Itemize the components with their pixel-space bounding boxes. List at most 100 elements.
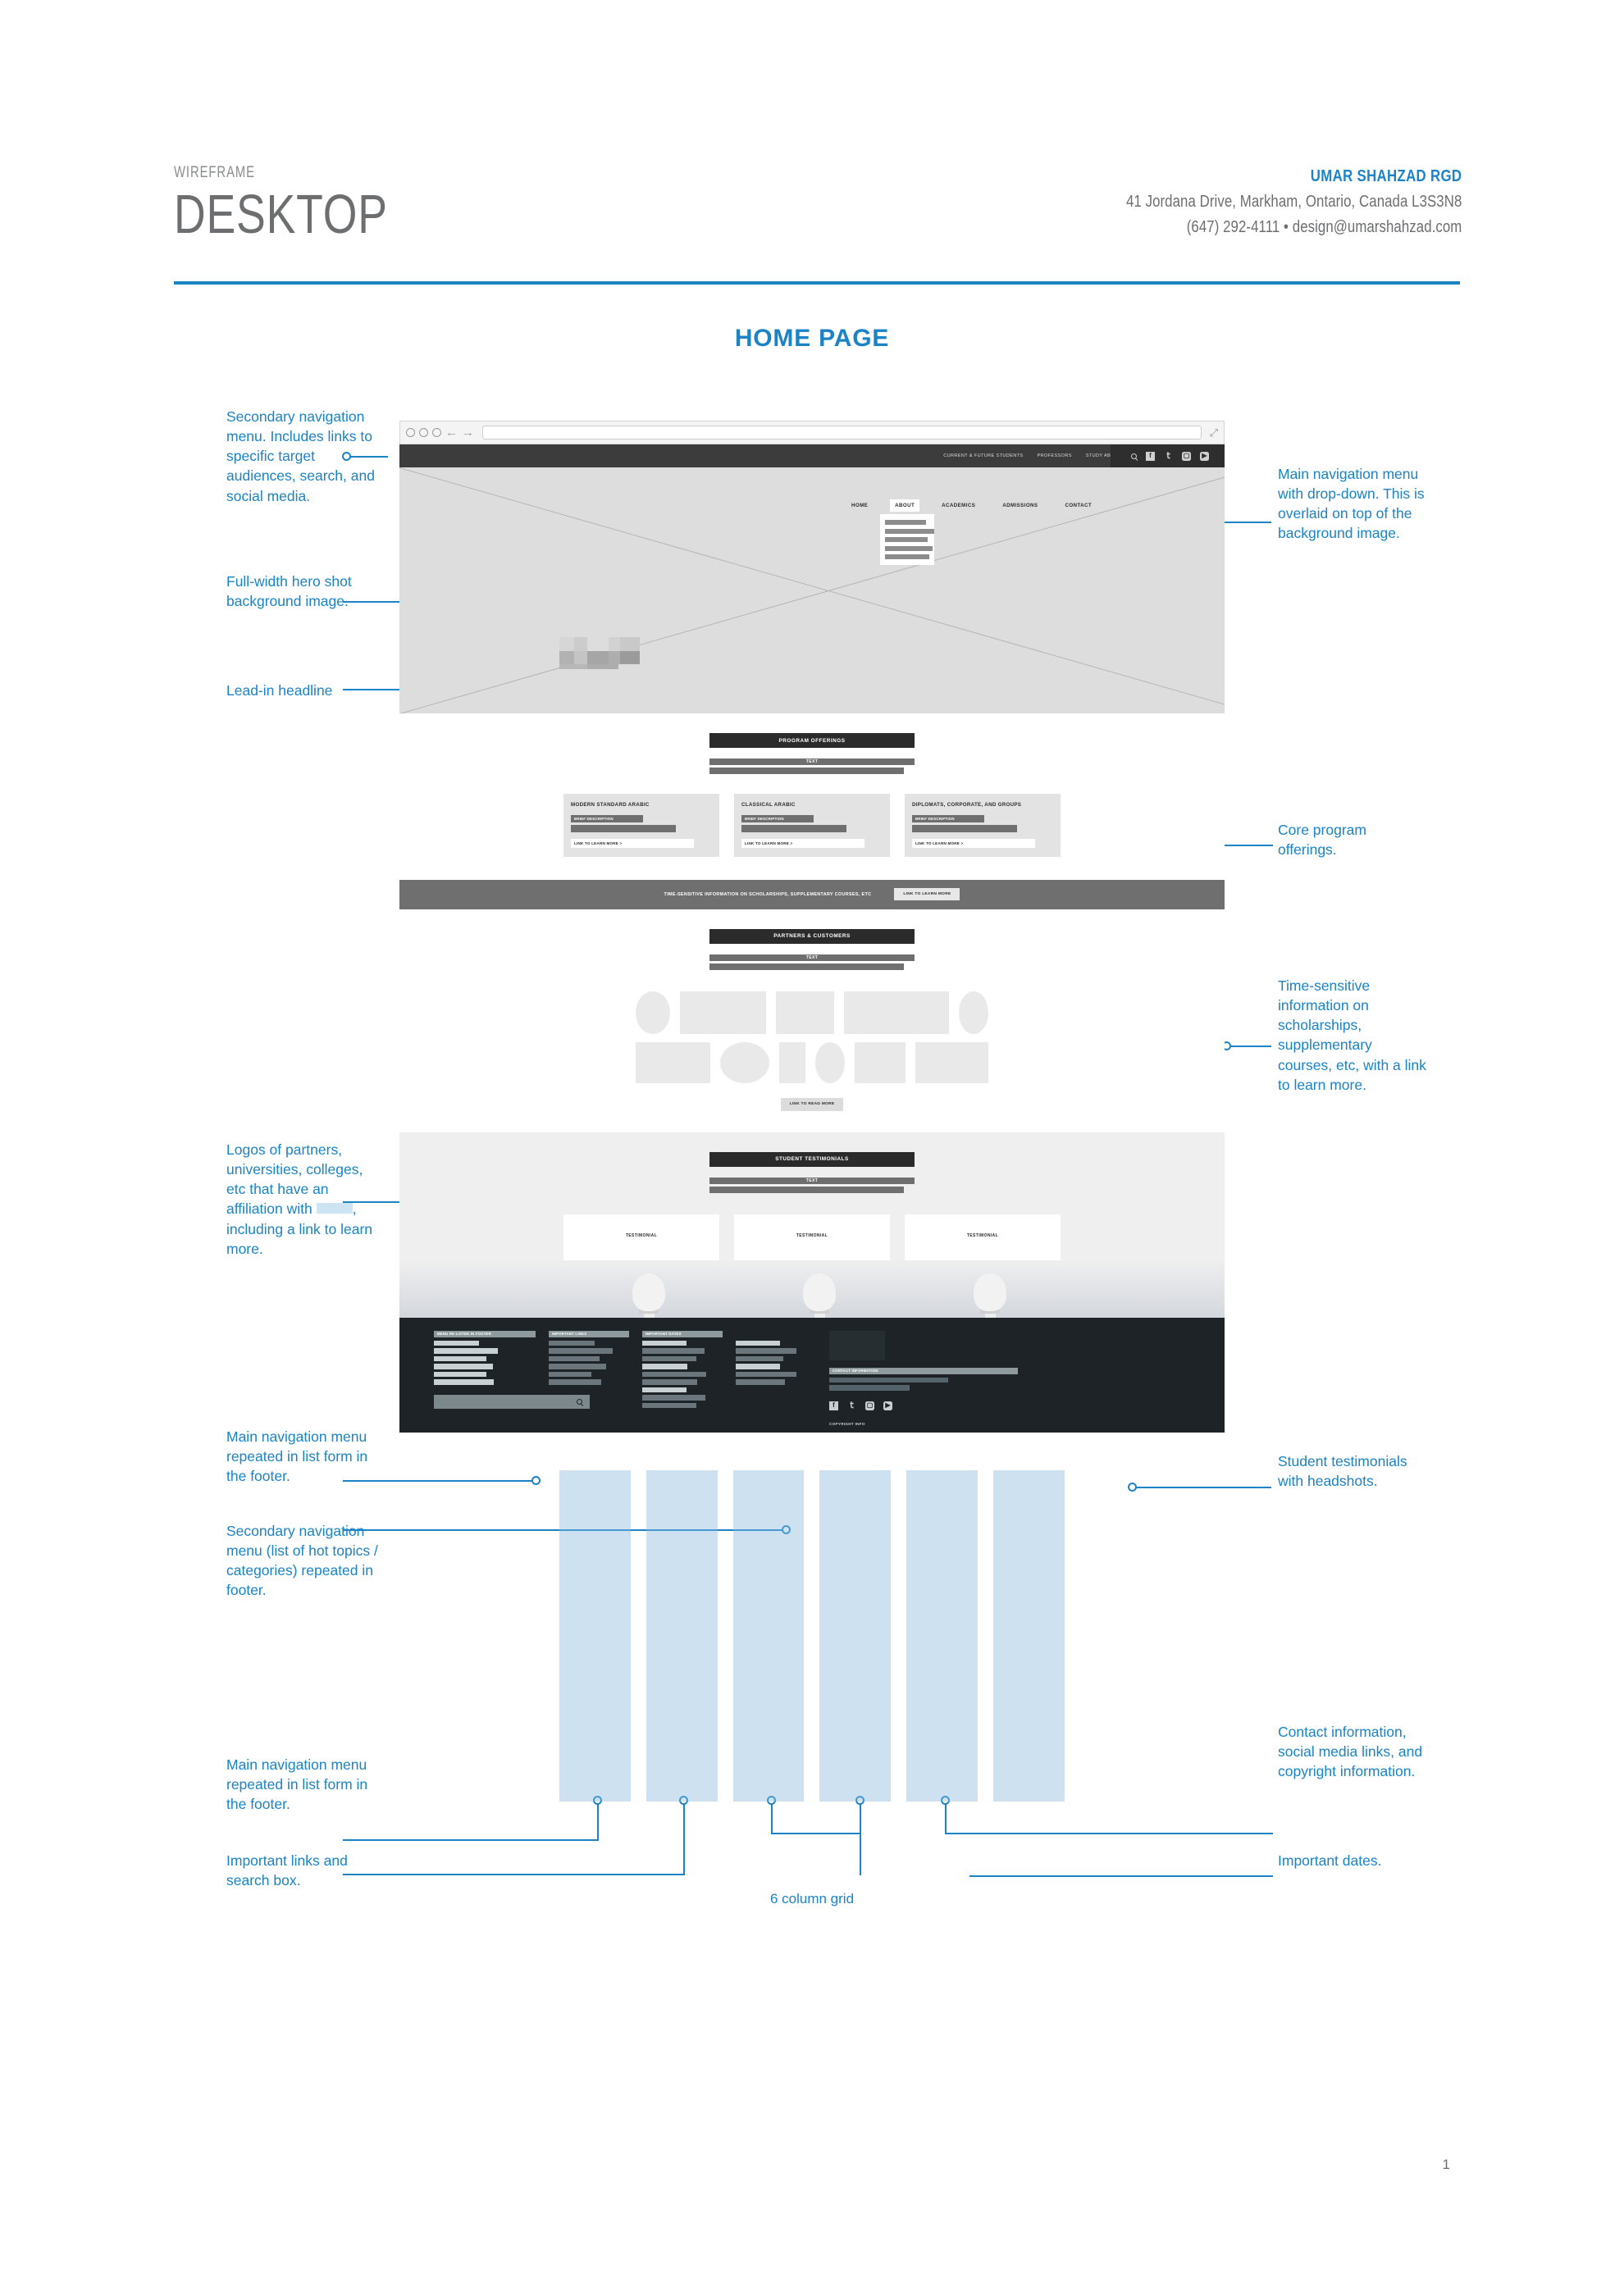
dropdown-item[interactable] xyxy=(885,520,926,525)
program-card-description: BRIEF DESCRIPTION xyxy=(741,815,814,822)
secondary-nav-item-students[interactable]: CURRENT & FUTURE STUDENTS xyxy=(943,453,1023,458)
program-card-title: MODERN STANDARD ARABIC xyxy=(571,802,650,808)
close-icon[interactable] xyxy=(406,428,415,437)
minimize-icon[interactable] xyxy=(419,428,428,437)
footer-link-bar[interactable] xyxy=(736,1340,780,1346)
offerings-heading: PROGRAM OFFERINGS xyxy=(709,733,915,748)
footer-link-bar[interactable] xyxy=(642,1395,705,1401)
dropdown-item[interactable] xyxy=(885,545,933,551)
footer-link-bar[interactable] xyxy=(549,1379,601,1385)
footer-column-heading: MENU RE-LISTED IN FOOTER xyxy=(434,1330,536,1337)
url-input[interactable] xyxy=(482,426,1202,440)
twitter-icon[interactable]: 𝗍 xyxy=(847,1401,856,1410)
partner-logo-grid xyxy=(636,991,988,1083)
dropdown-item[interactable] xyxy=(885,528,934,534)
footer-link-bar[interactable] xyxy=(434,1355,486,1361)
time-sensitive-learn-more-button[interactable]: LINK TO LEARN MORE xyxy=(894,888,960,900)
footer-link-bar[interactable] xyxy=(434,1364,493,1369)
footer-link-bar[interactable] xyxy=(642,1340,687,1346)
partner-logo-row xyxy=(636,1041,988,1083)
annotation-main-nav-dropdown: Main navigation menu with drop-down. Thi… xyxy=(1278,466,1425,542)
nav-item-academics[interactable]: ACADEMICS xyxy=(937,499,980,512)
leader-line xyxy=(343,1529,786,1531)
footer-column-heading: IMPORTANT LINKS xyxy=(549,1330,629,1337)
footer-link-bar[interactable] xyxy=(549,1371,591,1377)
designer-name: UMAR SHAHZAD RGD xyxy=(1310,167,1462,185)
testimonial-label: TESTIMONIAL xyxy=(796,1232,828,1238)
secondary-nav-item-professors[interactable]: PROFESSORS xyxy=(1037,453,1071,458)
footer-link-bar[interactable] xyxy=(736,1364,780,1369)
maximize-icon[interactable] xyxy=(432,428,441,437)
partners-read-more-button[interactable]: LINK TO READ MORE xyxy=(781,1097,843,1111)
browser-mockup: ← → ⤢ CURRENT & FUTURE STUDENTS PROFESSO… xyxy=(399,421,1225,1433)
dropdown-item[interactable] xyxy=(885,554,929,559)
youtube-icon[interactable]: ▶ xyxy=(883,1401,892,1410)
footer-link-bar[interactable] xyxy=(549,1340,595,1346)
text-bar xyxy=(709,1186,904,1193)
dropdown-item[interactable] xyxy=(885,537,928,542)
avatar xyxy=(632,1273,665,1335)
footer-link-bar[interactable] xyxy=(434,1379,494,1385)
footer-link-bar[interactable] xyxy=(434,1371,486,1377)
testimonial-card[interactable]: TESTIMONIAL xyxy=(734,1214,890,1268)
partner-logo xyxy=(778,1041,806,1083)
footer-contact-heading: CONTACT INFORMATION xyxy=(829,1367,1018,1374)
offerings-text-bars: TEXT xyxy=(709,758,915,774)
annotation-contact-info: Contact information, social media links,… xyxy=(1278,1724,1423,1780)
footer-link-bar[interactable] xyxy=(736,1348,796,1354)
back-icon[interactable]: ← xyxy=(445,426,458,439)
instagram-icon[interactable]: ▢ xyxy=(1182,451,1191,461)
search-icon[interactable] xyxy=(1131,453,1137,459)
program-card[interactable]: DIPLOMATS, CORPORATE, AND GROUPS BRIEF D… xyxy=(905,794,1061,857)
search-icon[interactable] xyxy=(577,1398,582,1405)
footer-link-bar[interactable] xyxy=(736,1379,785,1385)
testimonial-cards: TESTIMONIAL TESTIMONIAL TESTIMONIAL xyxy=(399,1214,1225,1268)
facebook-icon[interactable]: f xyxy=(829,1401,838,1410)
footer-column-extra xyxy=(736,1331,811,1426)
annotation-important-links-search: Important links and search box. xyxy=(226,1852,348,1889)
program-card-link[interactable]: LINK TO LEARN MORE > xyxy=(571,838,694,848)
forward-icon[interactable]: → xyxy=(462,426,474,439)
nav-item-about[interactable]: ABOUT xyxy=(890,499,920,512)
text-bar: TEXT xyxy=(709,758,915,765)
nav-item-home[interactable]: HOME xyxy=(846,499,873,512)
leader-line xyxy=(343,1839,597,1841)
nav-item-contact[interactable]: CONTACT xyxy=(1060,499,1097,512)
program-card-link[interactable]: LINK TO LEARN MORE > xyxy=(741,838,864,848)
twitter-icon[interactable]: 𝗍 xyxy=(1164,451,1173,461)
footer-link-bar[interactable] xyxy=(736,1371,796,1377)
footer-link-bar[interactable] xyxy=(642,1387,687,1392)
grid-label: 6 column grid xyxy=(769,1891,855,1906)
partner-logo xyxy=(636,991,670,1034)
program-card[interactable]: CLASSICAL ARABIC BRIEF DESCRIPTION LINK … xyxy=(734,794,890,857)
footer-link-bar[interactable] xyxy=(549,1355,600,1361)
grid-column xyxy=(559,1470,631,1802)
youtube-icon[interactable]: ▶ xyxy=(1200,451,1209,461)
nav-item-admissions[interactable]: ADMISSIONS xyxy=(997,499,1042,512)
partners-section: PARTNERS & CUSTOMERS TEXT LINK TO READ M… xyxy=(399,909,1225,1132)
resize-icon[interactable]: ⤢ xyxy=(1210,426,1218,440)
program-card-link[interactable]: LINK TO LEARN MORE > xyxy=(912,838,1035,848)
instagram-icon[interactable]: ▢ xyxy=(865,1401,874,1410)
annotation-footer-secondary-nav: Secondary navigation menu (list of hot t… xyxy=(226,1523,378,1599)
footer-link-bar[interactable] xyxy=(642,1355,696,1361)
footer-link-bar[interactable] xyxy=(642,1364,687,1369)
testimonial-card[interactable]: TESTIMONIAL xyxy=(905,1214,1061,1268)
facebook-icon[interactable]: f xyxy=(1146,451,1155,461)
contact-block: UMAR SHAHZAD RGD 41 Jordana Drive, Markh… xyxy=(1062,167,1462,237)
footer-link-bar[interactable] xyxy=(642,1402,696,1408)
program-card-body-bar xyxy=(571,824,676,832)
footer-link-bar[interactable] xyxy=(642,1348,705,1354)
text-bar xyxy=(709,963,904,970)
footer-link-bar[interactable] xyxy=(642,1371,706,1377)
footer-link-bar[interactable] xyxy=(434,1340,479,1346)
program-card[interactable]: MODERN STANDARD ARABIC BRIEF DESCRIPTION… xyxy=(563,794,719,857)
footer-link-bar[interactable] xyxy=(736,1355,783,1361)
footer-link-bar[interactable] xyxy=(549,1364,606,1369)
footer-column-important-dates: IMPORTANT DATES xyxy=(642,1330,723,1426)
footer-link-bar[interactable] xyxy=(642,1379,697,1385)
footer-link-bar[interactable] xyxy=(434,1348,498,1354)
testimonial-card[interactable]: TESTIMONIAL xyxy=(563,1214,719,1268)
footer-column-heading-label: MENU RE-LISTED IN FOOTER xyxy=(437,1332,491,1336)
footer-link-bar[interactable] xyxy=(549,1348,613,1354)
